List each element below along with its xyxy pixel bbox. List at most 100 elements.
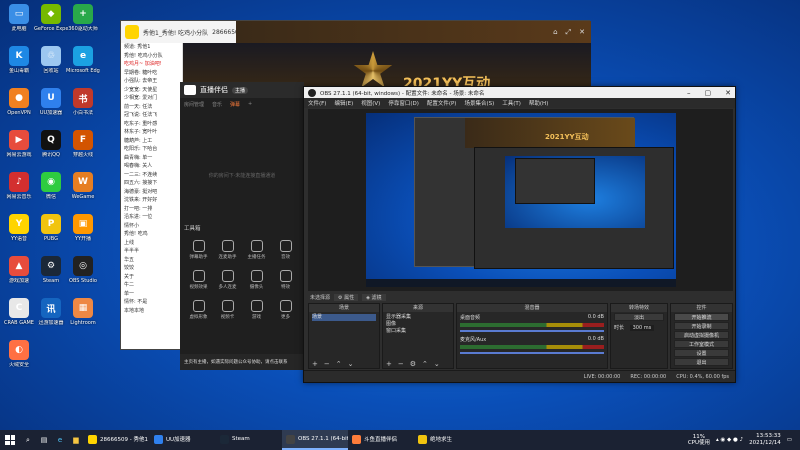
- desktop-icon[interactable]: W WeGame: [66, 172, 100, 208]
- channel-row[interactable]: 一二三: 不连续: [121, 171, 182, 180]
- tool-item[interactable]: 视频效果: [184, 270, 213, 290]
- channel-row[interactable]: 本地本地: [121, 307, 182, 316]
- channel-row[interactable]: 上线: [121, 239, 182, 248]
- notification-icon[interactable]: ▭: [787, 437, 792, 443]
- tool-item[interactable]: 连麦助手: [213, 240, 242, 260]
- channel-row[interactable]: 频道: 秀他1: [121, 43, 182, 52]
- live-tabs[interactable]: 房间管理 音乐 弹幕 +: [180, 98, 304, 110]
- desktop-icon[interactable]: 书小白书法: [66, 88, 100, 124]
- desktop-icon[interactable]: Q 腾讯QQ: [34, 130, 68, 166]
- tool-item[interactable]: 虚拟形象: [184, 300, 213, 320]
- channel-row[interactable]: 小强队: 去帝王: [121, 77, 182, 86]
- desktop-icon[interactable]: ▶ 网易云游戏: [2, 130, 36, 166]
- menu-item[interactable]: 配置文件(P): [427, 99, 457, 107]
- source-item[interactable]: 显示器采集: [386, 314, 450, 321]
- desktop-icon[interactable]: ◆ GeForce Experience: [34, 4, 68, 40]
- remove-scene-icon[interactable]: −: [324, 360, 330, 368]
- obs-menubar[interactable]: 文件(F) 编辑(E) 视图(V) 停靠窗口(D) 配置文件(P) 场景集合(S) 工具(T…: [304, 98, 735, 108]
- desktop-icon[interactable]: K 金山毒霸: [2, 46, 36, 82]
- desktop-icon[interactable]: ◉ 微信: [34, 172, 68, 208]
- live-tab[interactable]: +: [248, 101, 252, 107]
- channel-row[interactable]: 林东子: 宽叶叶: [121, 128, 182, 137]
- channel-row[interactable]: 沿东进: 一位: [121, 213, 182, 222]
- close-icon[interactable]: ✕: [725, 89, 731, 97]
- channel-row[interactable]: 情怀: 不是: [121, 298, 182, 307]
- desktop-icon[interactable]: P PUBG: [34, 214, 68, 250]
- channel-row[interactable]: 华五: [121, 256, 182, 265]
- source-item[interactable]: 图像: [386, 321, 450, 328]
- desktop-icon[interactable]: ⚙ Steam: [34, 256, 68, 292]
- channel-row[interactable]: 半半半: [121, 247, 182, 256]
- menu-item[interactable]: 场景集合(S): [464, 99, 494, 107]
- sources-dock[interactable]: 来源 显示器采集 图像 窗口采集 + − ⚙ ⌃ ⌄: [382, 303, 454, 369]
- start-button[interactable]: [0, 430, 20, 450]
- channel-row[interactable]: 单一: [121, 290, 182, 299]
- channel-row[interactable]: 少相宽: 爱对门: [121, 94, 182, 103]
- menu-item[interactable]: 帮助(H): [529, 99, 548, 107]
- channel-row[interactable]: 打一吧: 一排: [121, 205, 182, 214]
- home-icon[interactable]: ⌂: [553, 28, 557, 36]
- yy-channel-list[interactable]: 频道: 秀他1 秀他! 吃鸡小分队 吃鸡月~ 加油吧! 早期卷: 糖叶吃 小强队: 去帝…: [121, 43, 183, 349]
- channel-row[interactable]: 沈铁来: 开好好: [121, 196, 182, 205]
- control-button[interactable]: 开始推流: [674, 313, 729, 321]
- taskbar-app[interactable]: 斗鱼直播伴侣: [348, 430, 414, 450]
- properties-button[interactable]: ⚙ 属性: [334, 293, 359, 301]
- search-icon[interactable]: ⌕: [20, 430, 36, 450]
- channel-row[interactable]: 少宽宽: 天使星: [121, 86, 182, 95]
- source-settings-icon[interactable]: ⚙: [410, 360, 416, 368]
- channel-row[interactable]: 喝春嗨: 关人: [121, 162, 182, 171]
- control-button[interactable]: 退出: [674, 358, 729, 366]
- desktop-icon[interactable]: e Microsoft Edge: [66, 46, 100, 82]
- taskbar-app[interactable]: 绝地求生: [414, 430, 480, 450]
- taskbar-app[interactable]: OBS 27.1.1 (64-bit): [282, 430, 348, 450]
- add-source-icon[interactable]: +: [386, 360, 392, 368]
- live-tab[interactable]: 房间管理: [184, 101, 204, 108]
- edge-icon[interactable]: e: [52, 430, 68, 450]
- move-down-icon[interactable]: ⌄: [434, 360, 440, 368]
- channel-row[interactable]: 饺饺: [121, 264, 182, 273]
- desktop-icon[interactable]: ▭ 此电脑: [2, 4, 36, 40]
- control-button[interactable]: 开始录制: [674, 322, 729, 330]
- obs-window[interactable]: OBS 27.1.1 (64-bit, windows) - 配置文件: 未命名…: [303, 86, 736, 383]
- tool-item[interactable]: 弹幕助手: [184, 240, 213, 260]
- scenes-dock[interactable]: 场景 场景 + − ⌃ ⌄: [308, 303, 380, 369]
- clock[interactable]: 13:53:33 2021/12/14: [749, 433, 781, 447]
- menu-item[interactable]: 停靠窗口(D): [388, 99, 419, 107]
- channel-row[interactable]: 冠飞说: 任法飞: [121, 111, 182, 120]
- tool-item[interactable]: 视频卡: [213, 300, 242, 320]
- channel-row[interactable]: 糖葫芦: 上工: [121, 137, 182, 146]
- mixer-channel[interactable]: 麦克风/Aux 0.0 dB: [457, 334, 607, 356]
- channel-row[interactable]: 情怀小: [121, 222, 182, 231]
- desktop-icon[interactable]: +360驱动大师: [66, 4, 100, 40]
- task-view-icon[interactable]: ▤: [36, 430, 52, 450]
- source-item[interactable]: 窗口采集: [386, 328, 450, 335]
- tool-item[interactable]: 多人连麦: [213, 270, 242, 290]
- channel-row[interactable]: 早期卷: 糖叶吃: [121, 69, 182, 78]
- control-button[interactable]: 工作室模式: [674, 340, 729, 348]
- taskbar-app[interactable]: UU加速器: [150, 430, 216, 450]
- channel-row[interactable]: 前一天: 任法: [121, 103, 182, 112]
- controls-dock[interactable]: 控件 开始推流 开始录制 启动虚拟摄像机 工作室模式 设置 退出: [670, 303, 733, 369]
- tool-item[interactable]: 更多: [271, 300, 300, 320]
- desktop-icon[interactable]: ♲ 回收站: [34, 46, 68, 82]
- desktop-icon[interactable]: ♪ 网易云音乐: [2, 172, 36, 208]
- obs-preview[interactable]: 2021YY互动: [308, 109, 733, 291]
- desktop-icon[interactable]: U UU加速器: [34, 88, 68, 124]
- live-tab[interactable]: 弹幕: [230, 101, 240, 108]
- menu-item[interactable]: 视图(V): [361, 99, 380, 107]
- close-icon[interactable]: ✕: [579, 28, 585, 36]
- volume-slider[interactable]: [460, 330, 604, 332]
- move-up-icon[interactable]: ⌃: [336, 360, 342, 368]
- filters-button[interactable]: ◈ 滤镜: [362, 293, 386, 301]
- taskbar-app[interactable]: 28666509 - 秀他1: [84, 430, 150, 450]
- tool-item[interactable]: 摄像头: [242, 270, 271, 290]
- desktop-icon[interactable]: ◎ OBS Studio: [66, 256, 100, 292]
- channel-row[interactable]: 吃阳乐: 下哈台: [121, 145, 182, 154]
- channel-row[interactable]: 牛二: [121, 281, 182, 290]
- duration-input[interactable]: 300 ms: [629, 325, 655, 331]
- desktop-icon[interactable]: C CRAB GAME: [2, 298, 36, 334]
- transition-select[interactable]: 淡出: [614, 313, 664, 321]
- desktop-icon[interactable]: ▣ YY开播: [66, 214, 100, 250]
- tool-item[interactable]: 游戏: [242, 300, 271, 320]
- menu-item[interactable]: 编辑(E): [334, 99, 353, 107]
